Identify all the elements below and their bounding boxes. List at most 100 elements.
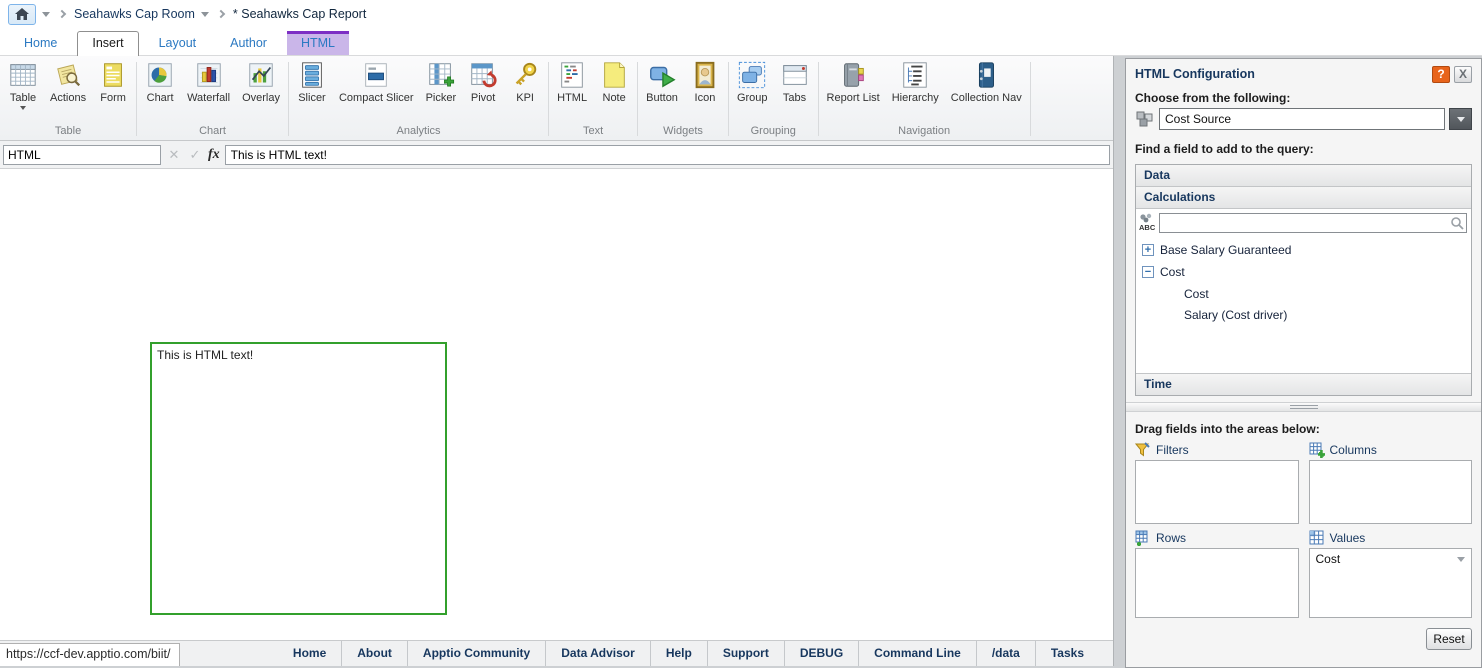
section-data[interactable]: Data xyxy=(1136,165,1471,187)
footer-link-apptio-community[interactable]: Apptio Community xyxy=(408,641,546,666)
tree-item-cost-child[interactable]: Cost xyxy=(1142,283,1471,304)
source-dropdown-button[interactable] xyxy=(1449,108,1472,130)
ribbon-separator xyxy=(637,62,638,136)
ribbon-button-html[interactable]: HTML xyxy=(551,58,593,104)
ribbon-button-table[interactable]: Table xyxy=(2,58,44,110)
html-widget[interactable]: This is HTML text! xyxy=(150,342,447,615)
ribbon-button-tabs[interactable]: Tabs xyxy=(774,58,816,104)
footer-link-help[interactable]: Help xyxy=(651,641,708,666)
footer-link-tasks[interactable]: Tasks xyxy=(1036,641,1099,666)
ribbon-button-chart[interactable]: Chart xyxy=(139,58,181,104)
tab-home[interactable]: Home xyxy=(10,32,71,55)
cancel-icon[interactable]: ✕ xyxy=(166,147,182,163)
ribbon-separator xyxy=(1030,62,1031,136)
tabs-icon xyxy=(780,60,810,90)
header: Seahawks Cap Room * Seahawks Cap Report … xyxy=(0,0,1482,56)
ribbon-group-text: HTML Note Text xyxy=(551,58,635,140)
help-button[interactable]: ? xyxy=(1432,66,1450,83)
ribbon-button-slicer[interactable]: Slicer xyxy=(291,58,333,104)
filter-icon xyxy=(1135,442,1151,458)
collapse-icon[interactable]: − xyxy=(1142,266,1154,278)
ribbon-button-form[interactable]: Form xyxy=(92,58,134,104)
ribbon-button-pivot[interactable]: Pivot xyxy=(462,58,504,104)
ribbon-group-chart: Chart Waterfall Overlay Chart xyxy=(139,58,286,140)
tab-author[interactable]: Author xyxy=(216,32,281,55)
name-box[interactable] xyxy=(3,145,161,165)
footer-link-command-line[interactable]: Command Line xyxy=(859,641,977,666)
actions-icon xyxy=(53,60,83,90)
note-icon xyxy=(599,60,629,90)
values-area-label: Values xyxy=(1309,528,1473,548)
values-item-cost[interactable]: Cost xyxy=(1310,549,1472,566)
ribbon-button-picker[interactable]: Picker xyxy=(420,58,463,104)
footer-link-data-advisor[interactable]: Data Advisor xyxy=(546,641,651,666)
table-dropdown-caret[interactable] xyxy=(20,106,26,110)
home-button[interactable] xyxy=(8,4,36,25)
columns-drop-zone[interactable] xyxy=(1309,460,1473,524)
kpi-icon xyxy=(510,60,540,90)
ribbon-tab-bar: Home Insert Layout Author HTML xyxy=(0,28,1482,56)
ribbon-button-button[interactable]: Button xyxy=(640,58,684,104)
chevron-down-icon[interactable] xyxy=(1457,557,1465,562)
home-dropdown-caret[interactable] xyxy=(42,12,50,17)
report-list-icon xyxy=(838,60,868,90)
panel-splitter-handle[interactable] xyxy=(1126,402,1481,412)
close-icon[interactable]: X xyxy=(1454,66,1472,83)
breadcrumb-collection[interactable]: Seahawks Cap Room xyxy=(74,7,195,21)
ribbon-button-compact-slicer[interactable]: Compact Slicer xyxy=(333,58,420,104)
ribbon-button-report-list[interactable]: Report List xyxy=(821,58,886,104)
filters-drop-zone[interactable] xyxy=(1135,460,1299,524)
icon-icon xyxy=(690,60,720,90)
field-search-input[interactable] xyxy=(1159,213,1467,233)
footer-link-home[interactable]: Home xyxy=(278,641,342,666)
ribbon-group-grouping: Group Tabs Grouping xyxy=(731,58,816,140)
section-time[interactable]: Time xyxy=(1136,373,1471,395)
source-select[interactable]: Cost Source xyxy=(1159,108,1445,130)
ribbon-group-analytics: Slicer Compact Slicer Picker Pivot KPI xyxy=(291,58,546,140)
collection-dropdown-caret[interactable] xyxy=(201,12,209,17)
values-drop-zone[interactable]: Cost xyxy=(1309,548,1473,618)
tab-layout[interactable]: Layout xyxy=(145,32,211,55)
ribbon-button-actions[interactable]: Actions xyxy=(44,58,92,104)
tree-item-base-salary-guaranteed[interactable]: + Base Salary Guaranteed xyxy=(1142,239,1471,261)
ribbon-button-note[interactable]: Note xyxy=(593,58,635,104)
find-field-label: Find a field to add to the query: xyxy=(1135,142,1472,156)
ribbon-separator xyxy=(136,62,137,136)
ribbon-separator xyxy=(728,62,729,136)
formula-input[interactable] xyxy=(225,145,1110,165)
ribbon-group-label: Grouping xyxy=(731,124,816,140)
footer-link-debug[interactable]: DEBUG xyxy=(785,641,859,666)
ribbon-button-group[interactable]: Group xyxy=(731,58,774,104)
breadcrumb-chevron xyxy=(217,10,225,18)
slicer-icon xyxy=(297,60,327,90)
html-icon xyxy=(557,60,587,90)
breadcrumb-report[interactable]: * Seahawks Cap Report xyxy=(233,7,366,21)
footer-link-support[interactable]: Support xyxy=(708,641,785,666)
ribbon-button-icon[interactable]: Icon xyxy=(684,58,726,104)
footer-link-about[interactable]: About xyxy=(342,641,408,666)
tree-item-salary-cost-driver[interactable]: Salary (Cost driver) xyxy=(1142,304,1471,325)
expand-icon[interactable]: + xyxy=(1142,244,1154,256)
section-calculations[interactable]: Calculations xyxy=(1136,187,1471,209)
tab-insert[interactable]: Insert xyxy=(77,31,138,56)
field-list: Data Calculations ABC + Base Salary Guar… xyxy=(1135,164,1472,396)
search-icon xyxy=(1450,216,1464,230)
report-canvas[interactable]: This is HTML text! xyxy=(0,169,1113,640)
ribbon-button-overlay[interactable]: Overlay xyxy=(236,58,286,104)
tab-html[interactable]: HTML xyxy=(287,31,349,55)
ribbon-button-hierarchy[interactable]: Hierarchy xyxy=(886,58,945,104)
ribbon-button-waterfall[interactable]: Waterfall xyxy=(181,58,236,104)
table-icon xyxy=(8,60,38,90)
rows-drop-zone[interactable] xyxy=(1135,548,1299,618)
ribbon-button-kpi[interactable]: KPI xyxy=(504,58,546,104)
ribbon-button-collection-nav[interactable]: Collection Nav xyxy=(945,58,1028,104)
button-icon xyxy=(647,60,677,90)
ribbon-group-label: Analytics xyxy=(291,124,546,140)
tree-item-cost[interactable]: − Cost xyxy=(1142,261,1471,283)
group-icon xyxy=(737,60,767,90)
footer-link-data[interactable]: /data xyxy=(977,641,1036,666)
ribbon-group-label: Widgets xyxy=(640,124,726,140)
reset-button[interactable]: Reset xyxy=(1426,628,1472,650)
function-icon: fx xyxy=(208,147,220,163)
accept-icon[interactable]: ✓ xyxy=(187,147,203,163)
